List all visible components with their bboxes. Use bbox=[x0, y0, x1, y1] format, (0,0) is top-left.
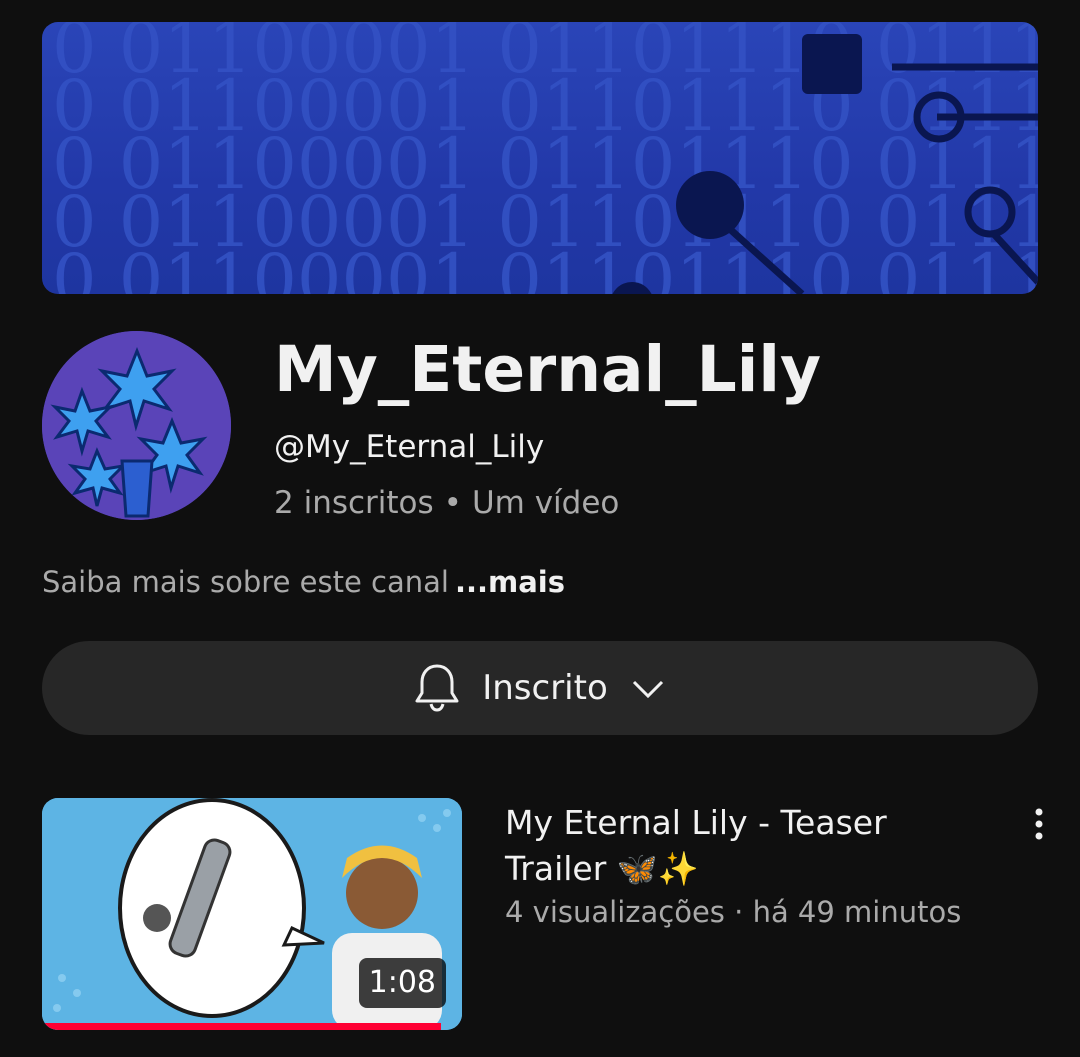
subscriber-count: 2 inscritos bbox=[274, 485, 434, 521]
channel-about[interactable]: Saiba mais sobre este canal ...mais bbox=[42, 562, 565, 602]
video-meta: 4 visualizações · há 49 minutos bbox=[505, 892, 961, 932]
banner-art: 0 01100001 01101110 01111010 01100001 01… bbox=[52, 22, 1038, 294]
channel-name: My_Eternal_Lily bbox=[274, 333, 822, 406]
lily-avatar-art bbox=[42, 331, 231, 520]
video-count: Um vídeo bbox=[471, 485, 620, 521]
meta-separator: · bbox=[734, 895, 744, 929]
chevron-down-icon bbox=[630, 676, 666, 700]
video-thumbnail[interactable]: 1:08 bbox=[42, 798, 462, 1030]
more-vert-icon[interactable] bbox=[1024, 804, 1054, 844]
video-duration: 1:08 bbox=[358, 958, 446, 1008]
about-text: Saiba mais sobre este canal bbox=[42, 565, 449, 599]
about-more-link[interactable]: ...mais bbox=[455, 565, 565, 599]
video-title[interactable]: My Eternal Lily - Teaser Trailer 🦋✨ bbox=[505, 800, 965, 892]
upload-age: há 49 minutos bbox=[752, 895, 962, 929]
bell-icon bbox=[414, 662, 460, 714]
stats-separator: • bbox=[443, 485, 462, 521]
channel-banner: 0 01100001 01101110 01111010 01100001 01… bbox=[42, 22, 1038, 294]
banner-binary-row: 0 01100001 01101110 0111101 bbox=[52, 239, 1038, 294]
channel-handle: @My_Eternal_Lily bbox=[274, 429, 545, 465]
subscribed-button[interactable]: Inscrito bbox=[42, 641, 1038, 735]
channel-stats: 2 inscritos • Um vídeo bbox=[274, 483, 619, 523]
subscribed-label: Inscrito bbox=[482, 668, 608, 708]
view-count: 4 visualizações bbox=[505, 895, 725, 929]
channel-avatar[interactable] bbox=[42, 331, 231, 520]
watch-progress-bar bbox=[42, 1023, 441, 1030]
